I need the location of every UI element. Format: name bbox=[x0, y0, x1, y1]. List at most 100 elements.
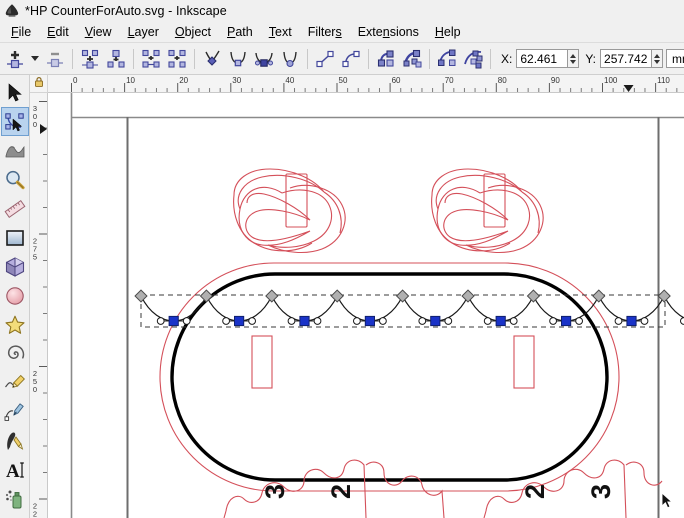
tool-rectangle[interactable] bbox=[1, 223, 29, 252]
bezier-handle[interactable] bbox=[640, 317, 649, 325]
node-cusp-button[interactable] bbox=[199, 46, 225, 72]
bezier-handle[interactable] bbox=[418, 317, 427, 325]
tool-selector[interactable] bbox=[1, 78, 29, 107]
menu-object[interactable]: Object bbox=[167, 23, 219, 41]
tool-node-editor[interactable] bbox=[0, 107, 29, 136]
horizontal-ruler[interactable]: 0 10 20 30 40 50 60 70 80 90 100 110 bbox=[48, 75, 684, 93]
delete-node-button[interactable] bbox=[42, 46, 68, 72]
bezier-handle[interactable] bbox=[575, 317, 583, 325]
tool-measure[interactable] bbox=[1, 194, 29, 223]
inkscape-window: *HP CounterForAuto.svg - Inkscape File E… bbox=[0, 0, 684, 518]
menu-help[interactable]: Help bbox=[427, 23, 469, 41]
show-transform-handles-button[interactable] bbox=[434, 46, 460, 72]
path-node-unselected[interactable] bbox=[657, 289, 671, 303]
menu-path[interactable]: Path bbox=[219, 23, 261, 41]
join-segment-button[interactable] bbox=[138, 46, 164, 72]
bezier-handle[interactable] bbox=[313, 317, 322, 325]
menu-edit[interactable]: Edit bbox=[39, 23, 77, 41]
node-symmetric-button[interactable] bbox=[251, 46, 277, 72]
tool-box: A bbox=[0, 75, 30, 518]
bezier-handle[interactable] bbox=[287, 317, 296, 325]
bezier-handle[interactable] bbox=[444, 317, 453, 325]
path-node-selected[interactable] bbox=[168, 315, 179, 327]
path-node-unselected[interactable] bbox=[330, 289, 344, 303]
mouse-cursor-icon bbox=[661, 491, 674, 509]
vertical-ruler[interactable]: 300275250225 bbox=[30, 93, 48, 518]
bezier-handle[interactable] bbox=[182, 317, 191, 325]
path-node-unselected[interactable] bbox=[395, 289, 410, 303]
tool-bezier[interactable] bbox=[1, 397, 29, 426]
tool-tweak[interactable] bbox=[1, 136, 29, 165]
path-node-unselected[interactable] bbox=[265, 289, 279, 303]
object-to-path-button[interactable] bbox=[373, 46, 399, 72]
show-bezier-handles-button[interactable] bbox=[460, 46, 486, 72]
path-node-unselected[interactable] bbox=[461, 289, 475, 303]
svg-text:5: 5 bbox=[33, 253, 37, 262]
drawing-canvas[interactable]: 3 2 2 3 bbox=[48, 93, 684, 518]
puzzle-digit-0: 3 bbox=[260, 484, 290, 499]
x-coord-input[interactable] bbox=[516, 49, 569, 68]
segment-line-button[interactable] bbox=[312, 46, 338, 72]
insert-node-button[interactable] bbox=[2, 46, 28, 72]
svg-text:40: 40 bbox=[285, 76, 294, 85]
insert-node-dropdown[interactable] bbox=[28, 46, 42, 72]
stroke-to-path-button[interactable] bbox=[399, 46, 425, 72]
menu-view[interactable]: View bbox=[77, 23, 120, 41]
tool-3dbox[interactable] bbox=[1, 252, 29, 281]
bezier-handle[interactable] bbox=[248, 317, 257, 325]
bezier-handle[interactable] bbox=[379, 317, 387, 325]
bezier-handle[interactable] bbox=[353, 317, 361, 325]
tool-zoom[interactable] bbox=[1, 165, 29, 194]
menu-layer[interactable]: Layer bbox=[120, 23, 167, 41]
tool-calligraphy[interactable] bbox=[1, 426, 29, 455]
node-auto-button[interactable] bbox=[277, 46, 303, 72]
path-node-selected[interactable] bbox=[430, 315, 441, 327]
path-node-selected[interactable] bbox=[234, 315, 245, 327]
menu-extensions[interactable]: Extensions bbox=[350, 23, 427, 41]
path-node-unselected[interactable] bbox=[199, 289, 214, 303]
join-nodes-button[interactable] bbox=[103, 46, 129, 72]
x-coord-stepper[interactable] bbox=[568, 49, 580, 68]
bezier-handle[interactable] bbox=[680, 317, 684, 325]
svg-text:80: 80 bbox=[498, 76, 507, 85]
bezier-handle[interactable] bbox=[509, 317, 518, 325]
path-node-selected[interactable] bbox=[626, 315, 637, 327]
bezier-handle[interactable] bbox=[614, 317, 623, 325]
x-coord-spinner[interactable] bbox=[516, 49, 580, 68]
path-node-unselected[interactable] bbox=[526, 289, 541, 303]
tool-star[interactable] bbox=[1, 310, 29, 339]
tool-spray[interactable] bbox=[1, 484, 29, 513]
tool-spiral[interactable] bbox=[1, 339, 29, 368]
svg-text:0: 0 bbox=[33, 385, 37, 394]
y-coord-stepper[interactable] bbox=[652, 49, 664, 68]
menu-file[interactable]: File bbox=[3, 23, 39, 41]
tool-pencil[interactable] bbox=[1, 368, 29, 397]
svg-text:100: 100 bbox=[604, 76, 618, 85]
y-coord-input[interactable] bbox=[600, 49, 653, 68]
segment-curve-button[interactable] bbox=[338, 46, 364, 72]
path-node-selected[interactable] bbox=[364, 315, 375, 327]
menu-bar: File Edit View Layer Object Path Text Fi… bbox=[0, 21, 684, 43]
ruler-lock-toggle[interactable] bbox=[30, 75, 48, 93]
break-path-button[interactable] bbox=[77, 46, 103, 72]
units-select[interactable]: mm bbox=[666, 49, 684, 68]
tool-text[interactable]: A bbox=[1, 455, 29, 484]
bezier-handle[interactable] bbox=[483, 317, 492, 325]
toolbar-separator-7 bbox=[490, 48, 491, 69]
path-node-selected[interactable] bbox=[495, 315, 506, 327]
bezier-handle[interactable] bbox=[222, 317, 231, 325]
black-rounded-rect-path bbox=[170, 272, 609, 482]
path-node-unselected[interactable] bbox=[592, 289, 606, 303]
delete-segment-button[interactable] bbox=[164, 46, 190, 72]
bezier-handle[interactable] bbox=[156, 317, 165, 325]
node-smooth-button[interactable] bbox=[225, 46, 251, 72]
path-node-selected[interactable] bbox=[299, 315, 310, 327]
path-node-selected[interactable] bbox=[561, 315, 572, 327]
menu-text[interactable]: Text bbox=[261, 23, 300, 41]
y-coord-spinner[interactable] bbox=[600, 49, 664, 68]
tool-ellipse[interactable] bbox=[1, 281, 29, 310]
menu-filters[interactable]: Filters bbox=[300, 23, 350, 41]
path-node-unselected[interactable] bbox=[134, 289, 148, 303]
bezier-handle[interactable] bbox=[549, 317, 558, 325]
node-tool-options-bar: X: Y: mm bbox=[0, 43, 684, 75]
